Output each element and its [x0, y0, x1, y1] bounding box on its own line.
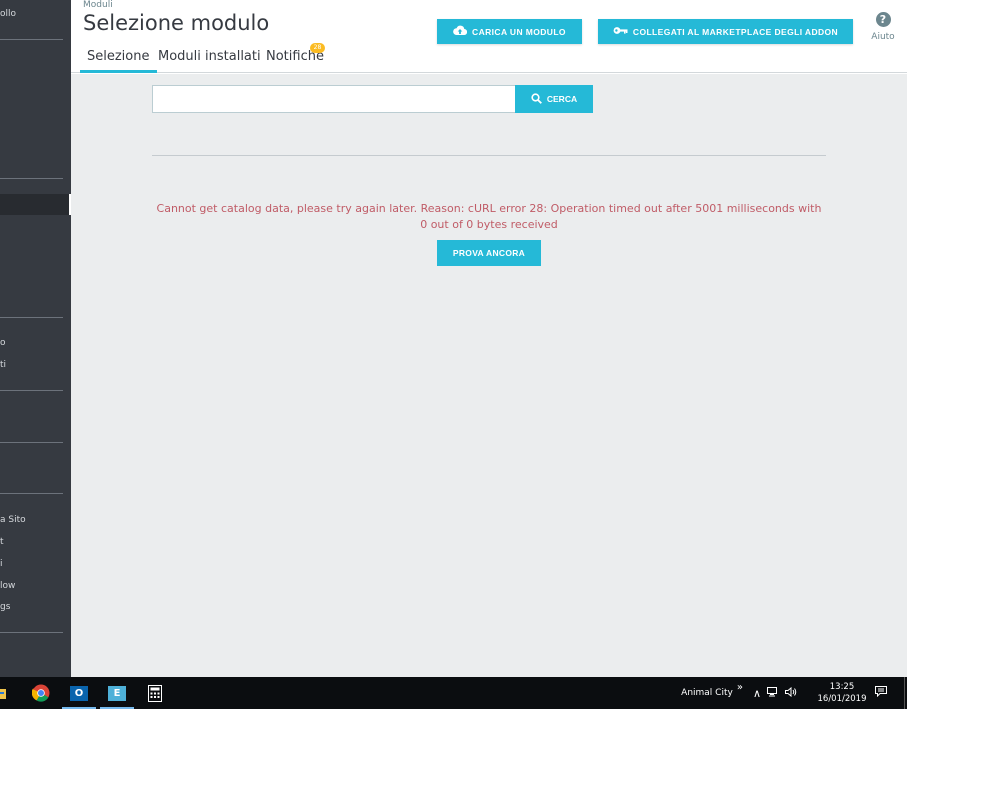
sidebar-item-site[interactable]: a Sito: [0, 512, 71, 528]
error-message: Cannot get catalog data, please try agai…: [156, 202, 822, 231]
sidebar-item-clients[interactable]: ti: [0, 357, 71, 373]
sidebar-divider: [0, 442, 63, 443]
excel-glyph: E: [108, 685, 126, 701]
notification-count-badge: 28: [310, 43, 325, 53]
sidebar-divider: [0, 317, 63, 318]
toolbar-chevron-icon[interactable]: »: [737, 682, 743, 693]
sidebar-item-label: low: [0, 581, 16, 591]
main-content: CERCA Cannot get catalog data, please tr…: [71, 74, 907, 677]
sidebar-item-label: ti: [0, 360, 7, 370]
sidebar-item-6[interactable]: low: [0, 578, 71, 594]
search-button-label: CERCA: [546, 94, 578, 104]
clock[interactable]: 13:25 16/01/2019: [811, 681, 873, 705]
outlook-glyph: O: [70, 685, 88, 701]
show-desktop-button[interactable]: [904, 677, 907, 709]
sidebar-divider: [0, 178, 63, 179]
search-icon: [531, 92, 542, 106]
upload-module-label: CARICA UN MODULO: [472, 26, 566, 37]
volume-icon[interactable]: [785, 686, 797, 700]
calculator-icon[interactable]: [136, 677, 174, 709]
sidebar-item-dashboard[interactable]: ollo: [0, 6, 71, 22]
tab-label: Selezione: [87, 49, 150, 64]
connect-marketplace-label: COLLEGATI AL MARKETPLACE DEGLI ADDON: [632, 26, 839, 37]
show-hidden-icons-icon[interactable]: ∧: [753, 687, 761, 700]
sidebar-item-active[interactable]: [0, 194, 71, 215]
help-label: Aiuto: [871, 32, 895, 42]
sidebar-item-7[interactable]: gs: [0, 599, 71, 615]
sidebar-divider: [0, 39, 63, 40]
retry-button[interactable]: PROVA ANCORA: [437, 240, 541, 266]
screen: ollo o ti a Sito t i low gs Moduli Selez…: [0, 0, 907, 709]
search-button[interactable]: CERCA: [515, 85, 593, 113]
sidebar: ollo o ti a Sito t i low gs: [0, 0, 71, 677]
tab-label: Moduli installati: [158, 49, 261, 64]
sidebar-divider: [0, 493, 63, 494]
sidebar-item-4[interactable]: t: [0, 534, 71, 550]
tab-selezione[interactable]: Selezione: [80, 47, 157, 73]
upload-module-button[interactable]: CARICA UN MODULO: [437, 19, 582, 44]
toolbar-name[interactable]: Animal City: [681, 688, 733, 698]
notifications-icon[interactable]: [875, 686, 887, 700]
clock-date: 16/01/2019: [817, 694, 867, 704]
sidebar-item-catalog[interactable]: o: [0, 335, 71, 351]
system-tray: Animal City » ∧ 13:25 16/01/2019: [681, 677, 899, 709]
sidebar-item-5[interactable]: i: [0, 556, 71, 572]
search-input[interactable]: [152, 85, 516, 113]
connect-marketplace-button[interactable]: COLLEGATI AL MARKETPLACE DEGLI ADDON: [598, 19, 853, 44]
excel-icon[interactable]: E: [98, 677, 136, 709]
divider: [152, 155, 826, 156]
sidebar-divider: [0, 632, 63, 633]
help-button[interactable]: ? Aiuto: [868, 12, 898, 42]
sidebar-item-label: o: [0, 338, 6, 348]
sidebar-item-label: i: [0, 559, 3, 569]
breadcrumb[interactable]: Moduli: [83, 0, 113, 10]
sidebar-item-label: t: [0, 537, 4, 547]
cloud-upload-icon: [453, 25, 468, 38]
sidebar-divider: [0, 390, 63, 391]
page-header: Moduli Selezione modulo Selezione Moduli…: [71, 0, 907, 73]
network-icon[interactable]: [767, 686, 779, 700]
sidebar-item-label: a Sito: [0, 515, 26, 525]
key-icon: [613, 26, 628, 37]
outlook-icon[interactable]: O: [60, 677, 98, 709]
chrome-icon[interactable]: [22, 677, 60, 709]
page-title: Selezione modulo: [83, 11, 270, 35]
help-icon: ?: [875, 12, 891, 27]
taskbar: O E Animal City » ∧ 13:25 16/01/2019: [0, 677, 907, 709]
clock-time: 13:25: [829, 682, 855, 692]
tab-moduli-installati[interactable]: Moduli installati: [151, 47, 268, 73]
file-explorer-icon[interactable]: [0, 677, 12, 709]
sidebar-item-label: ollo: [0, 9, 17, 19]
sidebar-item-label: gs: [0, 602, 11, 612]
